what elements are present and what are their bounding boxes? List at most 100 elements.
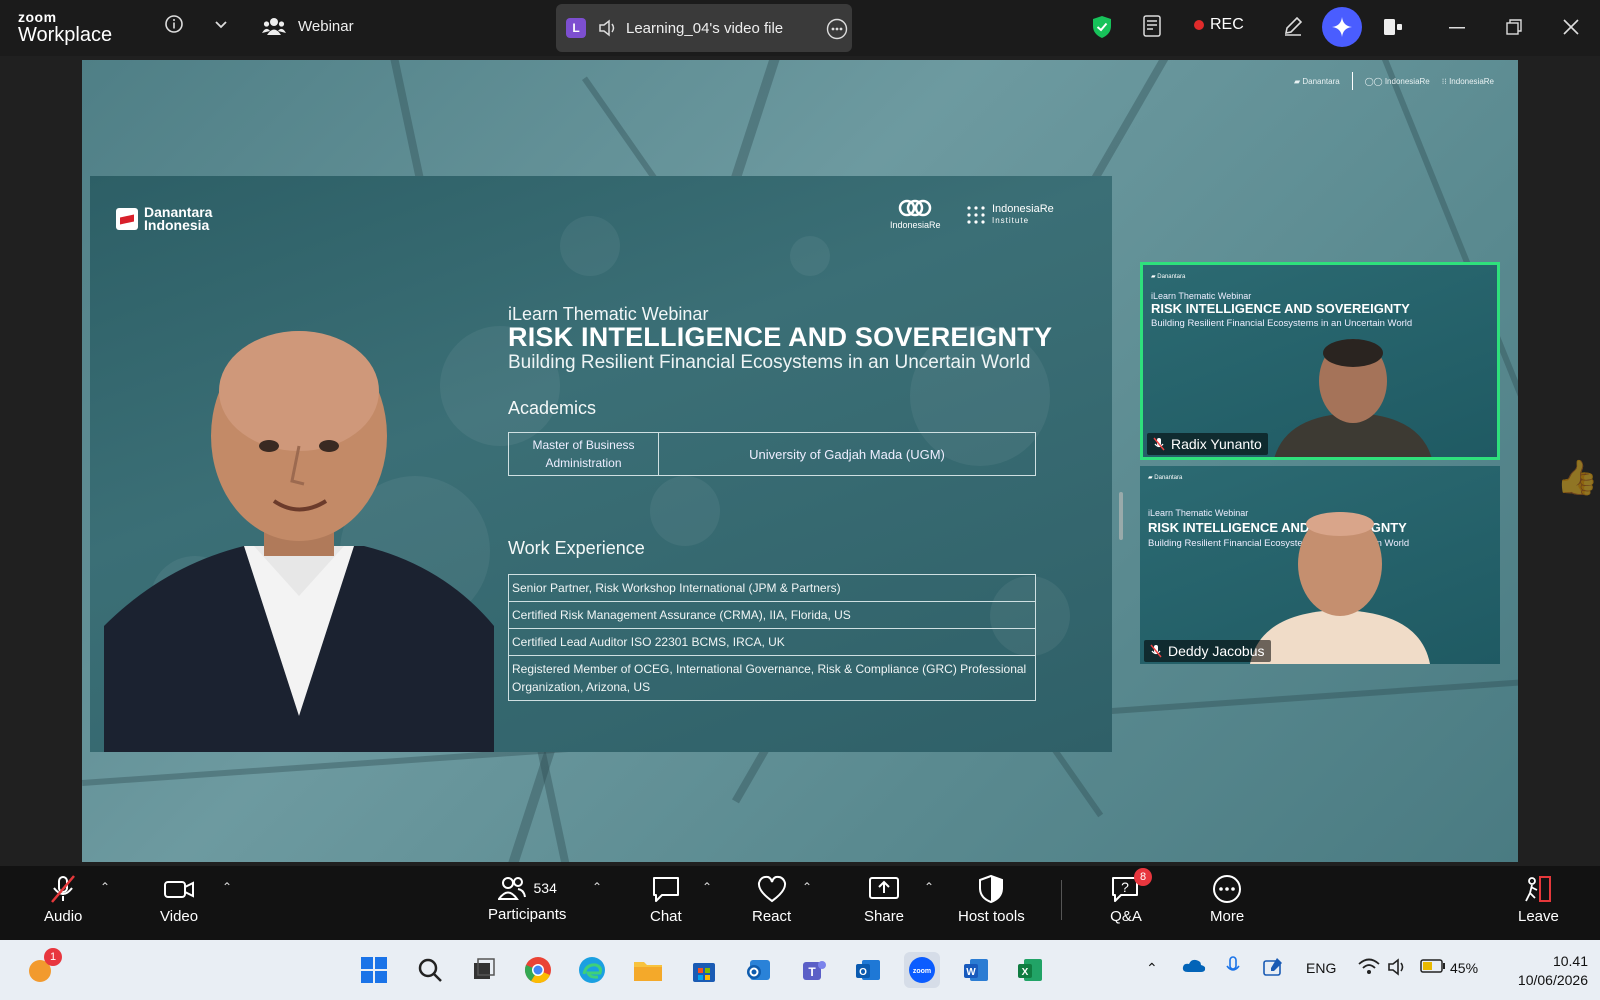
leave-button[interactable]: Leave bbox=[1518, 874, 1559, 925]
video-button[interactable]: Video bbox=[160, 874, 198, 925]
work-row: Senior Partner, Risk Workshop Internatio… bbox=[509, 575, 1035, 602]
leave-label: Leave bbox=[1518, 908, 1559, 925]
share-button[interactable]: Share bbox=[864, 874, 904, 925]
qa-label: Q&A bbox=[1110, 908, 1142, 925]
clock-time: 10.41 bbox=[1552, 953, 1588, 969]
edge-icon[interactable] bbox=[574, 952, 610, 988]
participant-nameplate: Radix Yunanto bbox=[1147, 433, 1268, 455]
file-name: Learning_04's video file bbox=[626, 20, 784, 37]
share-label: Share bbox=[864, 908, 905, 925]
chat-button[interactable]: Chat bbox=[650, 874, 682, 925]
recording-indicator[interactable]: REC bbox=[1194, 16, 1244, 34]
audio-options-caret-icon[interactable]: ⌃ bbox=[100, 880, 110, 894]
teams-icon[interactable]: T bbox=[796, 952, 832, 988]
more-label: More bbox=[1210, 908, 1245, 925]
info-icon[interactable] bbox=[162, 12, 186, 36]
work-heading: Work Experience bbox=[508, 538, 645, 558]
file-explorer-icon[interactable] bbox=[630, 952, 666, 988]
minimize-icon[interactable] bbox=[1446, 18, 1468, 38]
chat-bubble-icon bbox=[652, 877, 679, 902]
host-tools-button[interactable]: Host tools bbox=[958, 874, 1025, 925]
pen-tray-icon[interactable] bbox=[1262, 956, 1284, 981]
participants-count: 534 bbox=[533, 880, 557, 896]
participant-name: Deddy Jacobus bbox=[1168, 643, 1265, 659]
host-shield-icon bbox=[979, 874, 1004, 904]
share-caret-icon[interactable]: ⌃ bbox=[924, 880, 934, 894]
search-icon[interactable] bbox=[412, 952, 448, 988]
institute-logo: IndonesiaRe Institute bbox=[966, 204, 1054, 226]
pencil-icon[interactable] bbox=[1280, 12, 1306, 40]
react-caret-icon[interactable]: ⌃ bbox=[802, 880, 812, 894]
indonesiare-logo: IndonesiaRe bbox=[890, 198, 941, 230]
speaker-icon[interactable] bbox=[598, 19, 618, 42]
ai-companion-button[interactable] bbox=[1322, 7, 1362, 47]
danantara-small-logo: ▰ Danantara bbox=[1293, 76, 1340, 86]
danantara-mark-icon bbox=[116, 208, 138, 230]
share-screen-icon bbox=[869, 877, 900, 899]
video-options-caret-icon[interactable]: ⌃ bbox=[222, 880, 232, 894]
excel-icon[interactable]: X bbox=[1012, 952, 1048, 988]
volume-icon[interactable] bbox=[1388, 958, 1410, 979]
wifi-icon[interactable] bbox=[1358, 958, 1380, 979]
participants-label: Participants bbox=[488, 906, 567, 923]
chat-caret-icon[interactable]: ⌃ bbox=[702, 880, 712, 894]
microphone-tray-icon[interactable] bbox=[1226, 956, 1240, 981]
audio-button[interactable]: Audio bbox=[44, 874, 82, 925]
dots-grid-icon bbox=[967, 206, 985, 224]
rings-icon bbox=[899, 199, 932, 217]
language-indicator[interactable]: ENG bbox=[1306, 960, 1336, 976]
transcript-icon[interactable] bbox=[1140, 12, 1166, 40]
speaker-portrait bbox=[104, 331, 494, 752]
close-icon[interactable] bbox=[1560, 16, 1582, 38]
side-panel-icon[interactable] bbox=[1380, 14, 1406, 40]
work-experience-table: Senior Partner, Risk Workshop Internatio… bbox=[508, 574, 1036, 701]
chevron-down-icon[interactable] bbox=[210, 14, 232, 36]
react-label: React bbox=[752, 908, 792, 925]
shield-check-icon[interactable] bbox=[1090, 14, 1114, 40]
more-button[interactable]: More bbox=[1210, 874, 1244, 925]
system-clock[interactable]: 10.41 10/06/2026 bbox=[1498, 952, 1588, 990]
participants-button[interactable]: 534 Participants bbox=[488, 874, 566, 923]
shared-screen-background: ▰ Danantara ◯◯ IndonesiaRe ⁝⁝ IndonesiaR… bbox=[82, 60, 1518, 862]
academics-institution: University of Gadjah Mada (UGM) bbox=[749, 446, 945, 462]
battery-icon[interactable] bbox=[1420, 959, 1446, 976]
react-button[interactable]: React bbox=[752, 874, 791, 925]
panel-resize-handle[interactable] bbox=[1119, 492, 1123, 540]
battery-percent: 45% bbox=[1450, 960, 1479, 976]
svg-text:zoom: zoom bbox=[913, 968, 931, 975]
word-icon[interactable]: W bbox=[958, 952, 994, 988]
work-row: Certified Lead Auditor ISO 22301 BCMS, I… bbox=[509, 629, 1035, 656]
zoom-taskbar-icon[interactable]: zoom bbox=[904, 952, 940, 988]
qa-button[interactable]: ? 8 Q&A bbox=[1110, 868, 1152, 925]
indonesiare-small-logo: ◯◯ IndonesiaRe bbox=[1364, 76, 1430, 86]
task-view-icon[interactable] bbox=[466, 952, 502, 988]
onedrive-icon[interactable] bbox=[1182, 958, 1206, 977]
video-tile-active-speaker[interactable]: ▰ Danantara iLearn Thematic Webinar RISK… bbox=[1140, 262, 1500, 460]
ire-logo-text: IndonesiaRe bbox=[890, 220, 941, 230]
webinar-text: Webinar bbox=[298, 17, 354, 35]
notification-app-icon[interactable]: 1 bbox=[22, 948, 62, 988]
participant-nameplate: Deddy Jacobus bbox=[1144, 640, 1271, 662]
svg-text:T: T bbox=[808, 965, 816, 979]
chevron-up-icon[interactable]: ⌃ bbox=[1146, 960, 1158, 977]
start-windows-icon[interactable] bbox=[356, 952, 392, 988]
outlook-new-icon[interactable] bbox=[740, 952, 776, 988]
participants-icon bbox=[497, 877, 526, 900]
restore-icon[interactable] bbox=[1503, 16, 1525, 38]
tile-mini-logo: ▰ Danantara bbox=[1151, 274, 1186, 280]
chrome-icon[interactable] bbox=[520, 952, 556, 988]
slide-title: RISK INTELLIGENCE AND SOVEREIGNTY bbox=[508, 322, 1053, 352]
shared-file-pill[interactable]: L Learning_04's video file bbox=[556, 4, 852, 52]
outlook-icon[interactable]: O bbox=[850, 952, 886, 988]
iri-logo-sub: Institute bbox=[992, 216, 1030, 225]
webinar-label[interactable]: Webinar bbox=[262, 16, 354, 36]
mic-muted-icon bbox=[51, 875, 76, 903]
video-tile[interactable]: ▰ Danantara iLearn Thematic Webinar RISK… bbox=[1140, 466, 1500, 664]
brand-line1: zoom bbox=[18, 9, 57, 25]
more-options-icon[interactable] bbox=[826, 18, 848, 45]
academics-degree: Master of Business Administration bbox=[509, 433, 659, 475]
iri-logo-text: IndonesiaRe bbox=[992, 203, 1054, 215]
speaker-slide: Danantara Indonesia IndonesiaRe Indonesia… bbox=[90, 176, 1112, 752]
participants-caret-icon[interactable]: ⌃ bbox=[592, 880, 602, 894]
store-icon[interactable] bbox=[686, 952, 722, 988]
